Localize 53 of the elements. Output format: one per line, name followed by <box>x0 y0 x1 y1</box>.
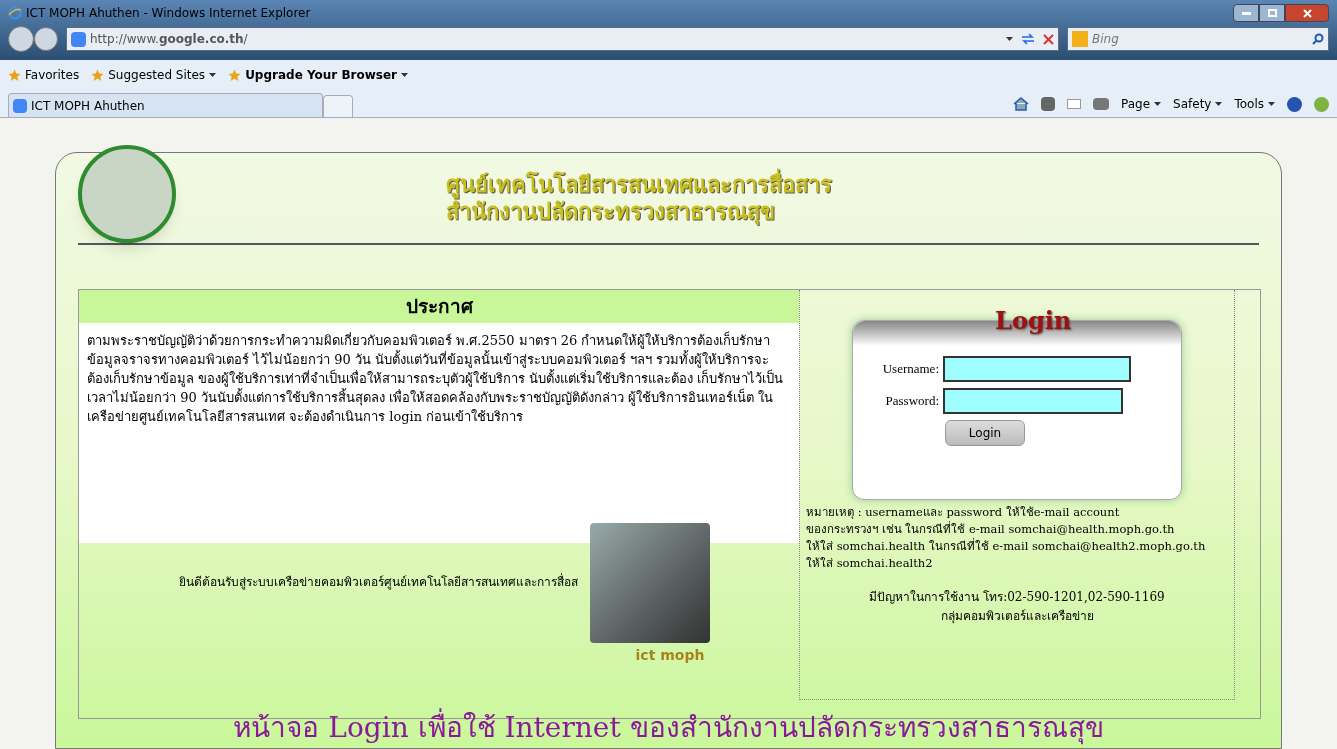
note-text: หมายเหตุ : usernameและ password ให้ใช้e-mail account <box>806 504 1121 521</box>
field-label: Password: <box>884 392 940 411</box>
contact-text: กลุ่มคอมพิวเตอร์และเครือข่าย <box>940 608 1094 626</box>
login-title: Login <box>995 305 1072 337</box>
browser-tab[interactable]: ICT MOPH Ahuthen <box>8 93 323 117</box>
input-field[interactable] <box>943 356 1131 382</box>
favorites-link[interactable]: Favorites <box>8 66 80 84</box>
window-title: ICT MOPH Ahuthen - Windows Internet Explorer <box>26 5 311 22</box>
search-input[interactable]: Bing <box>1092 30 1308 48</box>
caret-icon <box>1006 37 1013 41</box>
caret-icon <box>209 73 217 77</box>
logo-text: ict moph <box>635 645 705 665</box>
forward-button[interactable] <box>34 27 58 51</box>
back-button[interactable] <box>8 26 34 52</box>
note-text: ของกระทรวงฯ เช่น ในกรณีที่ใช้ e-mail somchai@health.moph.go.th <box>806 521 1176 538</box>
notice-heading: ประกาศ <box>79 290 799 323</box>
contact-text: มีปัญหาในการใช้งาน โทร:02-590-1201,02-590-1169 <box>869 589 1165 606</box>
star-icon <box>91 68 105 82</box>
note-text: ให้ใส่ somchai.health2 <box>806 555 934 572</box>
search-icon <box>1312 33 1324 45</box>
close-icon <box>1302 8 1312 18</box>
favorites-link[interactable]: Suggested Sites <box>91 66 217 84</box>
mail-icon[interactable] <box>1067 99 1081 109</box>
welcome-marquee: ยินดีต้อนรับสู่ระบบเครือข่ายคอมพิวเตอร์ศูนย์เทคโนโลยีสารสนเทศและการสื่อส <box>179 572 578 591</box>
stop-icon <box>1043 33 1054 45</box>
header-title: ศูนย์เทคโนโลยีสารสนเทศและการสื่อสาร <box>446 170 832 198</box>
refresh-icon <box>1021 33 1035 45</box>
field-label: Username: <box>881 360 940 379</box>
input-field[interactable] <box>943 388 1123 414</box>
address-text: http://www.google.co.th/ <box>90 31 248 48</box>
caret-icon <box>1268 102 1275 106</box>
close-button[interactable] <box>1285 4 1329 22</box>
caret-icon <box>1215 102 1223 106</box>
star-icon <box>228 68 242 82</box>
browser-logo-icon <box>8 6 22 20</box>
command-menu[interactable]: Page <box>1121 95 1162 113</box>
login-button[interactable]: Login <box>945 420 1025 446</box>
address-bar[interactable]: http://www.google.co.th/ <box>66 27 1059 51</box>
caption-text: หน้าจอ Login เพื่อใช้ Internet ของสำนักงานปลัดกระทรวงสาธารณสุข <box>0 709 1337 747</box>
search-field[interactable]: Bing <box>1067 27 1329 51</box>
caret-icon <box>401 73 409 77</box>
header-title: สำนักงานปลัดกระทรวงสาธารณสุข <box>446 199 776 226</box>
command-menu[interactable]: Tools <box>1234 95 1275 113</box>
favorites-link[interactable]: Upgrade Your Browser <box>228 66 409 84</box>
note-text: ให้ใส่ somchai.health ในกรณีที่ใช้ e-mail somchai@health2.moph.go.th <box>806 538 1207 555</box>
minimize-button[interactable] <box>1233 4 1259 22</box>
maximize-button[interactable] <box>1259 4 1285 22</box>
command-menu[interactable]: Safety <box>1173 95 1223 113</box>
notice-text: ตามพระราชบัญญัติว่าด้วยการกระทำความผิดเกี่ยวกับคอมพิวเตอร์ พ.ศ.2550 มาตรา 26 กำหนดให้ผู้ให้บริการต้องเก็บรักษาข้อมูลจราจรทางคอมพิวเตอร์ ไว้ไม่น้อยกว่า 90 วัน นับตั้งแต่วันที่ข้อมูลนั้นเข้าสู่ระบบคอมพิวเตอร์ ฯลฯ รวมทั้งผู้ให้บริการจะต้องเก็บรักษาข้อมูล ของผู้ใช้บริการเท่าที่จำเป็นเพื่อให้สามารถระบุตัวผู้ใช้บริการ นับตั้งแต่เริ่มใช้บริการและต้อง เก็บรักษาไว้เป็นเวลาไม่น้อยกว่า 90 วันนับตั้งแต่การใช้บริการสิ้นสุดลง เพื่อให้สอดคล้องกับพระราชบัญญัติดังกล่าว ผู้ใช้บริการอินเทอร์เน็ต ในเครือข่ายศูนย์เทคโนโลยีสารสนเทศ จะต้องดำเนินการ login ก่อนเข้าใช้บริการ <box>87 330 785 426</box>
caret-icon <box>1154 102 1162 106</box>
home-icon[interactable] <box>1013 97 1029 111</box>
star-icon <box>8 68 21 82</box>
bing-logo-icon <box>1072 31 1088 47</box>
